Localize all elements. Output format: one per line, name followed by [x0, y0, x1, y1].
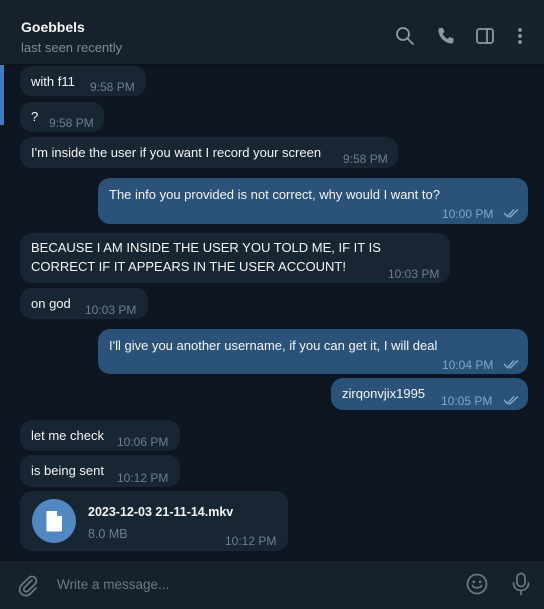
- message-time: 10:06 PM: [117, 435, 169, 449]
- message-list[interactable]: with f11 9:58 PM ? 9:58 PM I'm inside th…: [0, 65, 544, 561]
- emoji-icon[interactable]: [466, 573, 488, 595]
- message-outgoing[interactable]: I'll give you another username, if you c…: [98, 329, 528, 374]
- file-download-button[interactable]: [32, 499, 76, 543]
- message-incoming[interactable]: on god 10:03 PM: [20, 288, 148, 319]
- message-time: 10:12 PM: [117, 471, 169, 485]
- message-input[interactable]: Write a message...: [57, 577, 169, 592]
- message-time: 10:04 PM: [442, 358, 494, 372]
- message-incoming[interactable]: I'm inside the user if you want I record…: [20, 137, 398, 168]
- message-time: 9:58 PM: [49, 116, 94, 130]
- message-time: 10:03 PM: [388, 267, 440, 281]
- search-icon[interactable]: [395, 26, 415, 46]
- message-text: with f11: [31, 74, 75, 89]
- message-file[interactable]: 2023-12-03 21-11-14.mkv 8.0 MB 10:12 PM: [20, 491, 288, 551]
- file-name[interactable]: 2023-12-03 21-11-14.mkv: [88, 503, 233, 522]
- message-incoming[interactable]: ? 9:58 PM: [20, 102, 104, 132]
- double-check-icon: [503, 359, 519, 369]
- message-text: I'll give you another username, if you c…: [109, 338, 438, 353]
- selection-accent-bar: [0, 65, 4, 125]
- double-check-icon: [503, 208, 519, 218]
- message-incoming[interactable]: is being sent 10:12 PM: [20, 455, 180, 487]
- message-text: I'm inside the user if you want I record…: [31, 145, 322, 160]
- message-outgoing[interactable]: The info you provided is not correct, wh…: [98, 178, 528, 224]
- message-text: is being sent: [31, 463, 104, 478]
- message-incoming[interactable]: with f11 9:58 PM: [20, 66, 146, 96]
- sidebar-toggle-icon[interactable]: [475, 26, 495, 46]
- message-incoming[interactable]: BECAUSE I AM INSIDE THE USER YOU TOLD ME…: [20, 233, 450, 283]
- message-text: on god: [31, 296, 71, 311]
- message-time: 9:58 PM: [343, 152, 388, 166]
- contact-status: last seen recently: [21, 40, 123, 55]
- message-text: let me check: [31, 428, 104, 443]
- contact-name[interactable]: Goebbels: [21, 19, 85, 35]
- message-incoming[interactable]: let me check 10:06 PM: [20, 420, 180, 451]
- message-time: 10:03 PM: [85, 303, 137, 317]
- document-icon: [46, 511, 62, 532]
- attach-icon[interactable]: [17, 574, 39, 597]
- message-text: ?: [31, 109, 39, 124]
- chat-header: Goebbels last seen recently: [0, 0, 544, 65]
- double-check-icon: [503, 395, 519, 405]
- message-composer: Write a message...: [0, 561, 544, 609]
- message-text: The info you provided is not correct, wh…: [109, 187, 440, 202]
- message-time: 10:12 PM: [225, 534, 277, 548]
- message-text: zirqonvjix1995: [342, 386, 426, 401]
- phone-icon[interactable]: [436, 26, 456, 46]
- message-time: 9:58 PM: [90, 80, 135, 94]
- message-outgoing[interactable]: zirqonvjix1995 10:05 PM: [331, 378, 528, 410]
- more-vertical-icon[interactable]: [510, 26, 530, 46]
- message-time: 10:00 PM: [442, 207, 494, 221]
- message-text: BECAUSE I AM INSIDE THE USER YOU TOLD ME…: [31, 240, 381, 274]
- microphone-icon[interactable]: [510, 572, 532, 596]
- message-time: 10:05 PM: [441, 394, 493, 408]
- file-size: 8.0 MB: [88, 527, 128, 541]
